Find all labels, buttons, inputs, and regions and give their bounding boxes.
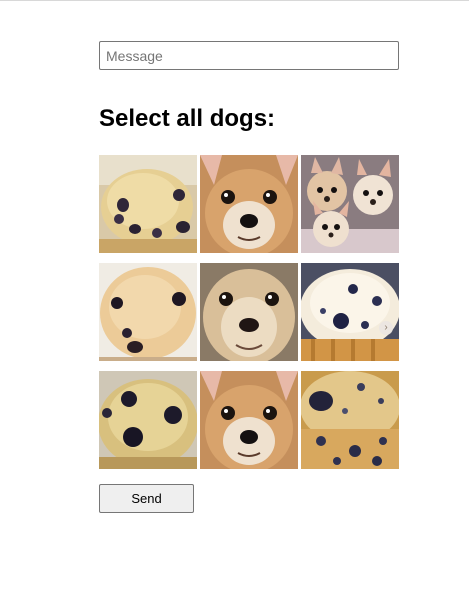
- grid-tile-3-dog[interactable]: [301, 155, 399, 253]
- muffin-image: [99, 155, 197, 253]
- challenge-heading: Select all dogs:: [99, 105, 276, 132]
- top-divider: [0, 0, 469, 1]
- image-grid: ›: [99, 155, 399, 469]
- dog-image: [200, 263, 298, 361]
- grid-tile-9-muffin[interactable]: [301, 371, 399, 469]
- grid-tile-6-muffin[interactable]: ›: [301, 263, 399, 361]
- grid-tile-1-muffin[interactable]: [99, 155, 197, 253]
- grid-tile-2-dog[interactable]: [200, 155, 298, 253]
- message-input[interactable]: [99, 41, 399, 70]
- muffin-image: [99, 371, 197, 469]
- chevron-right-icon[interactable]: ›: [379, 321, 393, 335]
- captcha-form: Select all dogs:: [99, 41, 399, 513]
- grid-tile-8-dog[interactable]: [200, 371, 298, 469]
- muffin-image: [99, 263, 197, 361]
- dog-image: [200, 371, 298, 469]
- muffin-image: [301, 371, 399, 469]
- send-button[interactable]: Send: [99, 484, 194, 513]
- puppies-image: [301, 155, 399, 253]
- grid-tile-4-muffin[interactable]: [99, 263, 197, 361]
- dog-image: [200, 155, 298, 253]
- grid-tile-7-muffin[interactable]: [99, 371, 197, 469]
- muffin-image: [301, 263, 399, 361]
- grid-tile-5-dog[interactable]: [200, 263, 298, 361]
